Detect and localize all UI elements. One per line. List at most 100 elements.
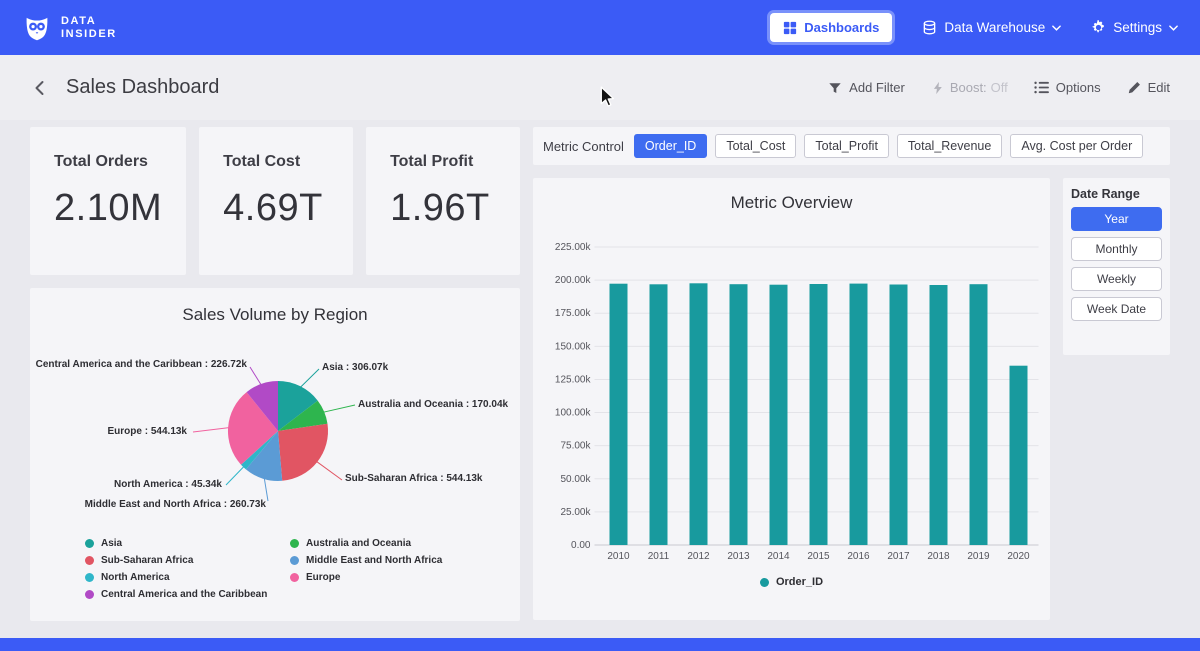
legend-label: North America bbox=[101, 571, 170, 584]
chevron-left-icon bbox=[32, 80, 48, 96]
metric-control-options: Order_ID Total_Cost Total_Profit Total_Reve… bbox=[634, 134, 1143, 158]
pie-label-central-america: Central America and the Caribbean : 226.… bbox=[36, 359, 247, 370]
back-button[interactable] bbox=[30, 78, 50, 98]
legend-dot bbox=[290, 539, 299, 548]
legend-dot bbox=[760, 578, 769, 587]
metric-option-total-revenue[interactable]: Total_Revenue bbox=[897, 134, 1002, 158]
owl-logo-icon bbox=[22, 13, 52, 43]
metric-overview-card: Metric Overview 0.0025.00k50.00k75.00k10… bbox=[533, 178, 1050, 620]
bar-2013[interactable] bbox=[730, 284, 748, 545]
x-tick-label: 2016 bbox=[847, 551, 870, 562]
boost-label: Boost: bbox=[950, 80, 987, 95]
add-filter-label: Add Filter bbox=[849, 80, 905, 95]
settings-menu[interactable]: Settings bbox=[1091, 20, 1178, 35]
x-tick-label: 2013 bbox=[727, 551, 750, 562]
date-range-week-date[interactable]: Week Date bbox=[1071, 297, 1162, 321]
x-tick-label: 2018 bbox=[927, 551, 950, 562]
pie-label-australia-oceania: Australia and Oceania : 170.04k bbox=[358, 399, 508, 410]
x-tick-label: 2014 bbox=[767, 551, 790, 562]
kpi-label: Total Cost bbox=[223, 153, 329, 171]
bar-2011[interactable] bbox=[650, 284, 668, 545]
kpi-card-total-cost: Total Cost 4.69T bbox=[199, 127, 353, 275]
legend-label: Asia bbox=[101, 537, 122, 550]
metric-option-total-profit[interactable]: Total_Profit bbox=[804, 134, 889, 158]
bar-2014[interactable] bbox=[770, 285, 788, 545]
legend-item-middle-east-and-north-africa[interactable]: Middle East and North Africa bbox=[290, 554, 442, 567]
date-range-title: Date Range bbox=[1071, 187, 1162, 201]
options-label: Options bbox=[1056, 80, 1101, 95]
options-list-icon bbox=[1034, 81, 1049, 94]
legend-label: Central America and the Caribbean bbox=[101, 588, 267, 601]
boost-toggle[interactable]: Boost: Off bbox=[931, 80, 1008, 95]
bottom-accent-bar bbox=[0, 638, 1200, 651]
kpi-card-total-profit: Total Profit 1.96T bbox=[366, 127, 520, 275]
bar-2012[interactable] bbox=[690, 283, 708, 545]
legend-item-sub-saharan-africa[interactable]: Sub-Saharan Africa bbox=[85, 554, 290, 567]
pie-leader-line bbox=[250, 367, 262, 387]
sales-volume-card: Sales Volume by Region Central America a… bbox=[30, 288, 520, 621]
legend-label: Australia and Oceania bbox=[306, 537, 411, 550]
edit-button[interactable]: Edit bbox=[1127, 80, 1170, 95]
x-tick-label: 2011 bbox=[648, 551, 670, 562]
bar-2015[interactable] bbox=[810, 284, 828, 545]
bar-2020[interactable] bbox=[1010, 366, 1028, 545]
y-tick-label: 25.00k bbox=[560, 507, 591, 518]
y-tick-label: 100.00k bbox=[555, 408, 592, 419]
pie-chart-title: Sales Volume by Region bbox=[30, 304, 520, 326]
date-range-panel: Date Range Year Monthly Weekly Week Date bbox=[1063, 178, 1170, 355]
y-tick-label: 200.00k bbox=[555, 275, 592, 286]
metric-option-total-cost[interactable]: Total_Cost bbox=[715, 134, 796, 158]
page-title: Sales Dashboard bbox=[66, 76, 219, 99]
bar-2018[interactable] bbox=[930, 285, 948, 545]
legend-dot bbox=[85, 539, 94, 548]
bar-2017[interactable] bbox=[890, 285, 908, 546]
pie-label-asia: Asia : 306.07k bbox=[322, 362, 388, 373]
edit-label: Edit bbox=[1148, 80, 1170, 95]
data-warehouse-menu[interactable]: Data Warehouse bbox=[922, 20, 1061, 35]
legend-item-north-america[interactable]: North America bbox=[85, 571, 290, 584]
pie-legend: Asia Sub-Saharan Africa North America Centr… bbox=[30, 537, 520, 601]
data-warehouse-label: Data Warehouse bbox=[944, 20, 1045, 35]
legend-item-central-america-and-the-caribbean[interactable]: Central America and the Caribbean bbox=[85, 588, 290, 601]
options-button[interactable]: Options bbox=[1034, 80, 1101, 95]
pie-slice-sub-saharan-africa[interactable] bbox=[278, 424, 328, 481]
legend-dot bbox=[85, 556, 94, 565]
bar-2010[interactable] bbox=[610, 284, 628, 545]
x-tick-label: 2012 bbox=[687, 551, 710, 562]
metric-option-order-id[interactable]: Order_ID bbox=[634, 134, 707, 158]
bar-chart-legend[interactable]: Order_ID bbox=[533, 576, 1050, 588]
legend-item-australia-and-oceania[interactable]: Australia and Oceania bbox=[290, 537, 442, 550]
legend-label: Middle East and North Africa bbox=[306, 554, 442, 567]
x-tick-label: 2020 bbox=[1007, 551, 1030, 562]
date-range-year[interactable]: Year bbox=[1071, 207, 1162, 231]
header-actions: Add Filter Boost: Off Options Edit bbox=[828, 80, 1170, 95]
y-tick-label: 50.00k bbox=[560, 474, 591, 485]
add-filter-button[interactable]: Add Filter bbox=[828, 80, 905, 95]
legend-label: Order_ID bbox=[776, 576, 823, 588]
date-range-weekly[interactable]: Weekly bbox=[1071, 267, 1162, 291]
y-tick-label: 225.00k bbox=[555, 242, 592, 253]
dashboards-button[interactable]: Dashboards bbox=[770, 13, 892, 42]
legend-item-europe[interactable]: Europe bbox=[290, 571, 442, 584]
bar-2019[interactable] bbox=[970, 284, 988, 545]
x-tick-label: 2015 bbox=[807, 551, 830, 562]
metric-option-avg-cost-per-order[interactable]: Avg. Cost per Order bbox=[1010, 134, 1143, 158]
kpi-label: Total Profit bbox=[390, 153, 496, 171]
settings-gear-icon bbox=[1091, 20, 1106, 35]
y-tick-label: 150.00k bbox=[555, 341, 592, 352]
metric-control-label: Metric Control bbox=[543, 139, 624, 154]
pie-leader-line bbox=[226, 465, 246, 485]
bar-chart-title: Metric Overview bbox=[533, 192, 1050, 214]
right-column: Metric Control Order_ID Total_Cost Total_P… bbox=[533, 127, 1170, 621]
pie-leader-line bbox=[299, 369, 319, 389]
y-tick-label: 125.00k bbox=[555, 374, 592, 385]
y-tick-label: 0.00 bbox=[571, 540, 591, 551]
bar-2016[interactable] bbox=[850, 284, 868, 545]
brand-line-2: INSIDER bbox=[61, 28, 117, 41]
brand[interactable]: DATA INSIDER bbox=[22, 13, 117, 43]
legend-item-asia[interactable]: Asia bbox=[85, 537, 290, 550]
navbar-right: Dashboards Data Warehouse Settings bbox=[770, 13, 1178, 42]
legend-dot bbox=[290, 573, 299, 582]
chevron-down-icon bbox=[1169, 25, 1178, 31]
date-range-monthly[interactable]: Monthly bbox=[1071, 237, 1162, 261]
